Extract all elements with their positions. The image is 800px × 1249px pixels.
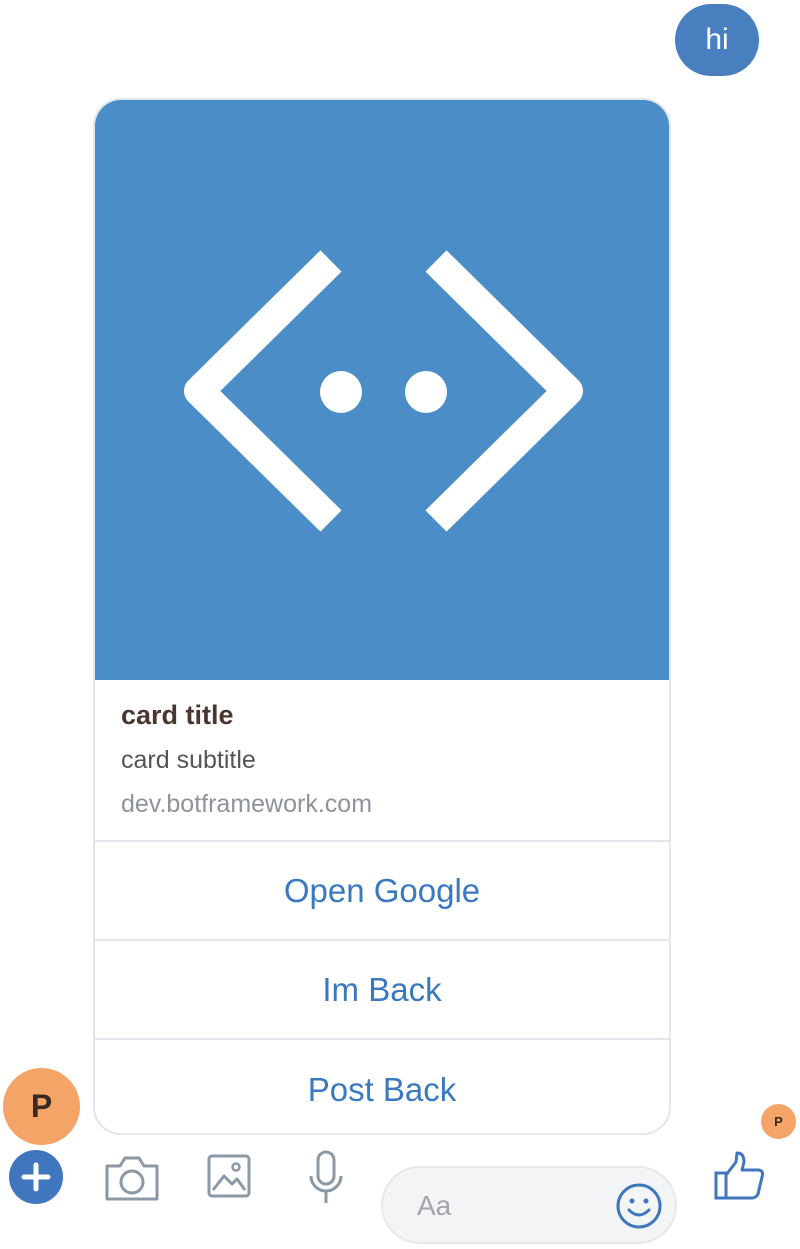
read-receipt-avatar: P	[761, 1104, 796, 1139]
card-hero-image	[95, 100, 669, 680]
camera-button[interactable]	[103, 1152, 161, 1204]
im-back-button[interactable]: Im Back	[95, 941, 669, 1040]
hero-card: card title card subtitle dev.botframewor…	[93, 98, 671, 1135]
plus-button[interactable]	[9, 1150, 63, 1204]
message-input-container	[381, 1166, 677, 1244]
like-button[interactable]	[712, 1148, 768, 1204]
thumbs-up-icon	[714, 1151, 765, 1200]
plus-icon	[21, 1162, 51, 1192]
card-link[interactable]: dev.botframework.com	[121, 790, 372, 819]
image-button[interactable]	[205, 1150, 253, 1202]
camera-icon	[105, 1156, 159, 1201]
outgoing-message-bubble[interactable]: hi	[675, 4, 759, 76]
emoji-icon	[616, 1183, 662, 1229]
card-subtitle: card subtitle	[121, 746, 256, 774]
bot-avatar[interactable]: P	[3, 1068, 80, 1145]
open-google-button[interactable]: Open Google	[95, 842, 669, 941]
bot-framework-logo-icon	[184, 250, 583, 532]
emoji-button[interactable]	[615, 1182, 663, 1230]
message-input[interactable]	[415, 1168, 609, 1244]
microphone-button[interactable]	[306, 1148, 346, 1208]
outgoing-message-text: hi	[705, 23, 729, 56]
bot-avatar-initial: P	[30, 1088, 53, 1124]
card-text-section: card title card subtitle dev.botframewor…	[95, 680, 669, 842]
read-receipt-initial: P	[774, 1114, 783, 1129]
chat-screen: hi card title card subtitle dev.botframe…	[0, 0, 800, 1249]
image-icon	[207, 1154, 251, 1198]
microphone-icon	[309, 1150, 343, 1203]
card-title: card title	[121, 700, 234, 730]
post-back-button[interactable]: Post Back	[95, 1040, 669, 1133]
